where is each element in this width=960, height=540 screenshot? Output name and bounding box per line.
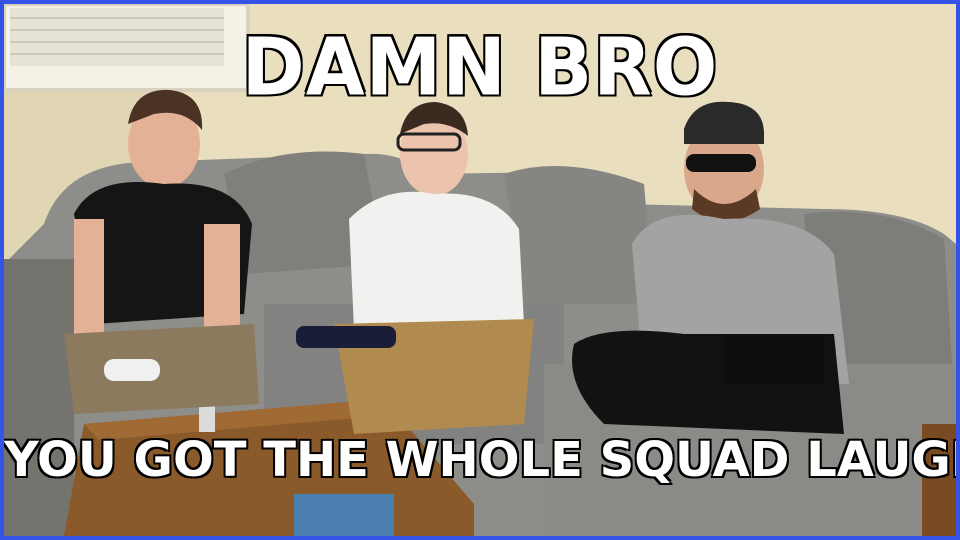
controller-dark bbox=[296, 326, 396, 348]
bottom-caption: YOU GOT THE WHOLE SQUAD LAUGHING bbox=[4, 431, 956, 490]
meme-image: DAMN BRO YOU GOT THE WHOLE SQUAD LAUGHIN… bbox=[0, 0, 960, 540]
top-caption: DAMN BRO bbox=[240, 18, 719, 115]
controller-white bbox=[104, 359, 160, 381]
game-case bbox=[294, 494, 394, 536]
